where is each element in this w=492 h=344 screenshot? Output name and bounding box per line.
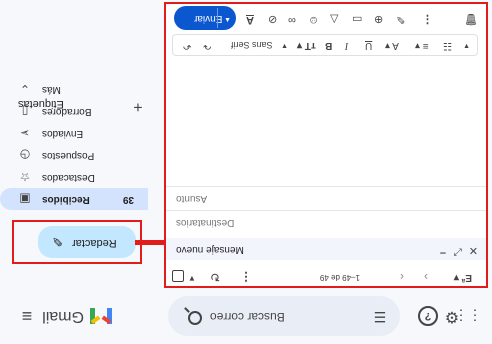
drive-icon[interactable]: △ bbox=[330, 13, 338, 26]
text-color-icon[interactable]: A ▾ bbox=[385, 40, 399, 51]
clock-icon: ◷ bbox=[19, 148, 31, 162]
attach-icon[interactable]: ⊘ bbox=[268, 13, 277, 26]
confidential-icon[interactable]: ⊕ bbox=[374, 13, 383, 26]
gmail-window: ≡ Gmail Buscar correo ☰ ? ⚙ ⋮⋮ ✎ Redacta… bbox=[0, 0, 492, 344]
compose-footer: Enviar ▲ A ⊘ ∞ ☺ △ ▭ ⊕ ✎ ⋮ 🗑 bbox=[166, 4, 486, 32]
sidebar-item-label: Recibidos bbox=[42, 194, 90, 205]
top-bar: ≡ Gmail Buscar correo ☰ ? ⚙ ⋮⋮ bbox=[0, 288, 492, 344]
list-toolbar: ▼ ↻ ⋮ 1–49 de 49 ‹ › Eª ▾ bbox=[162, 262, 482, 286]
message-body[interactable] bbox=[166, 56, 486, 186]
refresh-icon[interactable]: ↻ bbox=[210, 270, 220, 284]
add-label-icon[interactable]: + bbox=[128, 96, 148, 116]
compose-title: Mensaje nuevo bbox=[176, 244, 244, 255]
sidebar-item-label: Más bbox=[42, 84, 61, 95]
sidebar-item-inbox[interactable]: ▣ Recibidos 39 bbox=[0, 188, 148, 210]
expand-icon[interactable]: ⤢ bbox=[454, 246, 462, 257]
sidebar-item-label: Destacados bbox=[42, 172, 95, 183]
send-label: Enviar bbox=[194, 13, 223, 24]
labels-heading: Etiquetas bbox=[18, 98, 64, 110]
send-icon: ➢ bbox=[19, 126, 31, 140]
trash-icon[interactable]: 🗑 bbox=[464, 13, 478, 26]
recipients-field[interactable]: Destinatarios bbox=[166, 210, 486, 234]
font-select[interactable]: Sans Serif bbox=[231, 40, 273, 50]
help-icon[interactable]: ? bbox=[418, 306, 438, 326]
subject-placeholder: Asunto bbox=[176, 193, 208, 204]
unread-count: 39 bbox=[122, 194, 134, 205]
more-options-icon[interactable]: ⋮ bbox=[422, 13, 433, 26]
font-caret-icon[interactable]: ▼ bbox=[281, 42, 288, 49]
star-icon: ☆ bbox=[19, 170, 31, 184]
search-icon[interactable] bbox=[188, 311, 202, 325]
text-size-icon[interactable]: ᴛT ▾ bbox=[297, 40, 316, 51]
prev-page-icon[interactable]: ‹ bbox=[400, 270, 404, 284]
format-options-icon[interactable]: A bbox=[246, 14, 254, 26]
gmail-logo-text: Gmail bbox=[42, 308, 84, 325]
sidebar-item-snoozed[interactable]: ◷ Pospuestos bbox=[0, 144, 148, 166]
sidebar-item-label: Enviados bbox=[42, 128, 84, 139]
subject-field[interactable]: Asunto bbox=[166, 186, 486, 210]
search-input[interactable]: Buscar correo ☰ bbox=[168, 296, 400, 336]
underline-icon[interactable]: U bbox=[365, 40, 372, 51]
compose-window: ▼ ↻ ⋮ 1–49 de 49 ‹ › Eª ▾ Mensaje nuevo … bbox=[164, 2, 488, 288]
compose-header[interactable]: Mensaje nuevo – ⤢ ✕ bbox=[166, 238, 486, 260]
schedule-send-icon[interactable]: ▲ bbox=[224, 16, 231, 23]
chevron-down-icon: ⌄ bbox=[19, 82, 31, 96]
apps-icon[interactable]: ⋮⋮ bbox=[454, 308, 482, 324]
gmail-m-icon bbox=[90, 308, 112, 324]
next-page-icon[interactable]: › bbox=[424, 270, 428, 284]
page-range: 1–49 de 49 bbox=[319, 273, 360, 282]
link-icon[interactable]: ∞ bbox=[288, 14, 296, 26]
menu-icon[interactable]: ≡ bbox=[18, 306, 36, 326]
sidebar-item-more[interactable]: ⌄ Más bbox=[0, 78, 148, 100]
compose-label: Redactar bbox=[72, 237, 117, 249]
sidebar-item-sent[interactable]: ➢ Enviados bbox=[0, 122, 148, 144]
bold-icon[interactable]: B bbox=[325, 40, 332, 51]
sidebar-item-label: Pospuestos bbox=[42, 150, 95, 161]
tune-icon[interactable]: ☰ bbox=[372, 309, 388, 325]
recipients-placeholder: Destinatarios bbox=[176, 217, 235, 228]
input-tools-icon[interactable]: Eª ▾ bbox=[454, 272, 472, 283]
send-divider bbox=[217, 8, 218, 28]
italic-icon[interactable]: I bbox=[345, 40, 348, 51]
photo-icon[interactable]: ▭ bbox=[352, 13, 362, 26]
minimize-icon[interactable]: – bbox=[440, 247, 446, 259]
search-placeholder: Buscar correo bbox=[210, 310, 285, 324]
compose-highlight: ✎ Redactar bbox=[12, 220, 142, 264]
select-all-checkbox[interactable] bbox=[172, 270, 184, 282]
more-formatting-icon[interactable]: ▼ bbox=[463, 42, 470, 49]
align-icon[interactable]: ≡ ▾ bbox=[415, 40, 429, 51]
send-button[interactable]: Enviar ▲ bbox=[174, 6, 236, 30]
compose-button[interactable]: ✎ Redactar bbox=[38, 226, 136, 258]
signature-icon[interactable]: ✎ bbox=[396, 13, 405, 26]
gmail-logo[interactable]: Gmail bbox=[42, 304, 112, 328]
formatting-toolbar: ↶ ↷ Sans Serif ▼ ᴛT ▾ B I U A ▾ ≡ ▾ ☷ ▼ bbox=[172, 34, 478, 56]
close-icon[interactable]: ✕ bbox=[469, 244, 478, 257]
undo-icon[interactable]: ↶ bbox=[183, 40, 191, 51]
inbox-icon: ▣ bbox=[19, 192, 31, 206]
more-vert-icon[interactable]: ⋮ bbox=[240, 270, 252, 284]
select-caret-icon[interactable]: ▼ bbox=[188, 274, 196, 283]
emoji-icon[interactable]: ☺ bbox=[308, 14, 319, 26]
numbered-list-icon[interactable]: ☷ bbox=[443, 40, 452, 51]
sidebar-item-starred[interactable]: ☆ Destacados bbox=[0, 166, 148, 188]
redo-icon[interactable]: ↷ bbox=[203, 40, 211, 51]
pencil-icon: ✎ bbox=[52, 234, 63, 249]
